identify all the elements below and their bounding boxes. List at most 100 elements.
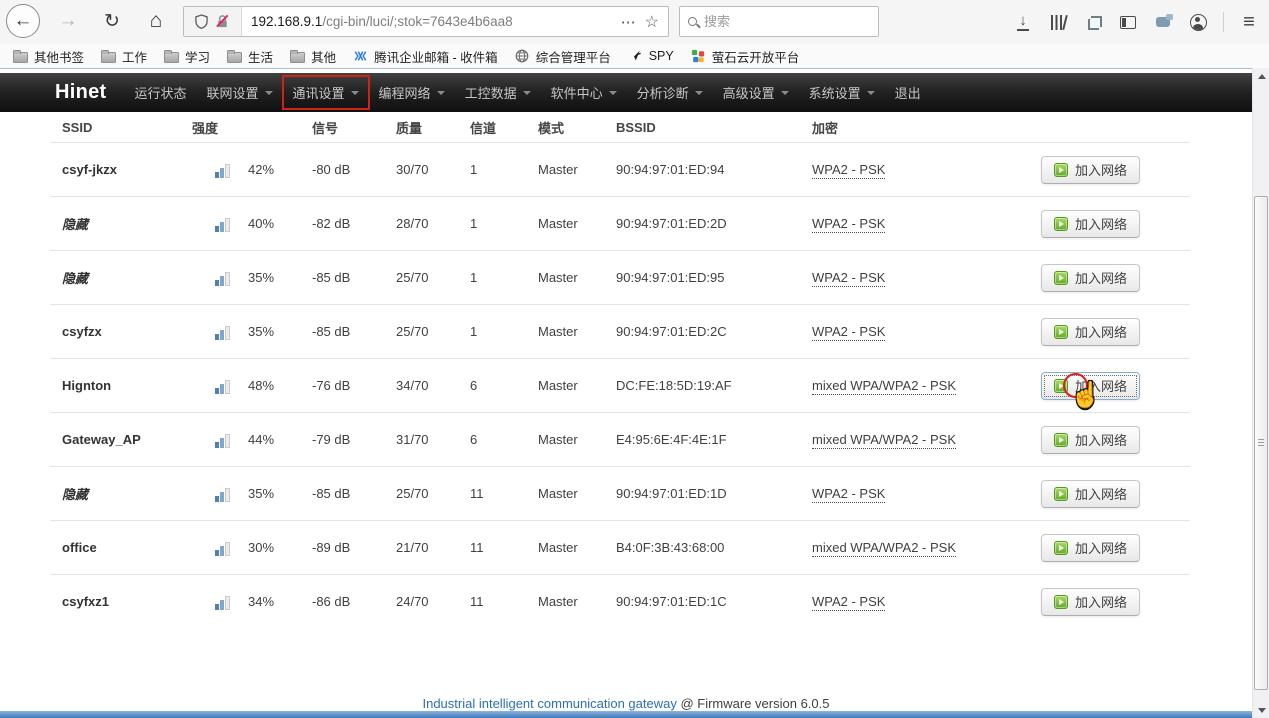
scan-table-row: 隐藏 40% -82 dB 28/70 1 Master 90:94:97:01…	[50, 196, 1190, 250]
account-icon	[1190, 14, 1207, 31]
join-network-button[interactable]: 加入网络	[1041, 480, 1140, 508]
nav-item[interactable]: 通讯设置	[283, 76, 369, 109]
ssid-label: csyfzx	[50, 324, 192, 339]
menu-button[interactable]: ≡	[1239, 12, 1259, 32]
home-button[interactable]: ⌂	[140, 5, 172, 37]
nav-item[interactable]: 工控数据	[455, 76, 541, 109]
join-network-button[interactable]: 加入网络	[1041, 534, 1140, 562]
join-network-icon	[1054, 487, 1068, 501]
bookmark-star-icon[interactable]: ☆	[645, 12, 659, 32]
ssid-label: csyf-jkzx	[50, 162, 192, 177]
sidebar-button[interactable]	[1118, 12, 1138, 32]
header-channel: 信道	[470, 118, 538, 137]
downloads-button[interactable]: ↓	[1013, 12, 1033, 32]
vertical-scrollbar[interactable]	[1252, 68, 1269, 718]
nav-item[interactable]: 编程网络	[369, 76, 455, 109]
nav-item[interactable]: 高级设置	[713, 76, 799, 109]
header-encryption: 加密	[812, 118, 1041, 137]
join-network-button[interactable]: 加入网络	[1041, 372, 1140, 400]
back-arrow-icon: ←	[14, 10, 33, 32]
scan-table-row: csyfxz1 34% -86 dB 24/70 11 Master 90:94…	[50, 574, 1190, 628]
quality-value: 25/70	[396, 270, 470, 285]
firmware-version: @ Firmware version 6.0.5	[680, 696, 829, 711]
scan-table-row: csyf-jkzx 42% -80 dB 30/70 1 Master 90:9…	[50, 142, 1190, 196]
nav-item[interactable]: 联网设置	[197, 76, 283, 109]
strength-percent: 35%	[242, 270, 312, 285]
gateway-link[interactable]: Industrial intelligent communication gat…	[422, 696, 676, 711]
signal-db: -86 dB	[312, 594, 396, 609]
chevron-down-icon	[609, 91, 617, 95]
bookmark-item[interactable]: 其他	[281, 45, 344, 67]
join-network-icon	[1054, 271, 1068, 285]
join-network-button[interactable]: 加入网络	[1041, 210, 1140, 238]
join-network-button[interactable]: 加入网络	[1041, 264, 1140, 292]
toolbar-separator	[1223, 12, 1224, 32]
signal-strength-icon	[192, 270, 242, 286]
scroll-down-icon	[1258, 708, 1266, 713]
reload-button[interactable]: ↻	[96, 5, 128, 37]
join-network-button[interactable]: 加入网络	[1041, 318, 1140, 346]
bssid-value: E4:95:6E:4F:4E:1F	[616, 432, 812, 447]
scrollbar-thumb[interactable]	[1254, 196, 1268, 690]
bssid-value: 90:94:97:01:ED:1C	[616, 594, 812, 609]
strength-percent: 40%	[242, 216, 312, 231]
url-bar[interactable]: 192.168.9.1/cgi-bin/luci/;stok=7643e4b6a…	[183, 6, 669, 37]
url-text[interactable]: 192.168.9.1/cgi-bin/luci/;stok=7643e4b6a…	[242, 14, 613, 29]
tracking-protection-shield-icon	[195, 14, 208, 29]
library-button[interactable]	[1048, 12, 1068, 32]
quality-value: 25/70	[396, 486, 470, 501]
bookmark-item[interactable]: 腾讯企业邮箱 - 收件箱	[344, 45, 506, 67]
bookmark-item[interactable]: 其他书签	[4, 45, 92, 67]
encryption-value: WPA2 - PSK	[812, 216, 885, 233]
nav-item[interactable]: 系统设置	[799, 76, 885, 109]
bookmark-item[interactable]: 学习	[155, 45, 218, 67]
messages-button[interactable]	[1153, 12, 1173, 32]
join-network-button[interactable]: 加入网络	[1041, 426, 1140, 454]
search-input[interactable]	[704, 14, 854, 29]
scroll-down-button[interactable]	[1253, 702, 1269, 718]
search-bar[interactable]	[679, 6, 879, 37]
brand-logo[interactable]: Hinet	[55, 81, 107, 104]
signal-db: -79 dB	[312, 432, 396, 447]
download-icon: ↓	[1017, 14, 1029, 31]
tencent-mail-icon	[353, 49, 368, 63]
bookmark-item[interactable]: 综合管理平台	[506, 45, 619, 67]
join-network-icon	[1054, 595, 1068, 609]
join-network-button[interactable]: 加入网络	[1041, 156, 1140, 184]
page-actions-icon[interactable]: ⋯	[621, 13, 637, 31]
app-navbar: Hinet 运行状态 联网设置 通讯设置 编程网络 工控数据 软件中心 分析诊断…	[0, 73, 1252, 112]
mode-value: Master	[538, 216, 616, 231]
signal-db: -85 dB	[312, 324, 396, 339]
header-quality: 质量	[396, 118, 470, 137]
site-identity-box[interactable]	[184, 7, 242, 36]
nav-item[interactable]: 分析诊断	[627, 76, 713, 109]
screenshot-button[interactable]	[1083, 12, 1103, 32]
nav-item[interactable]: 软件中心	[541, 76, 627, 109]
bookmark-item[interactable]: 生活	[218, 45, 281, 67]
forward-button[interactable]: →	[52, 5, 84, 37]
join-network-button[interactable]: 加入网络	[1041, 588, 1140, 616]
bookmark-item[interactable]: SPY	[619, 45, 682, 67]
encryption-value: mixed WPA/WPA2 - PSK	[812, 432, 956, 449]
encryption-value: WPA2 - PSK	[812, 486, 885, 503]
nav-item[interactable]: 退出	[885, 76, 931, 109]
quality-value: 30/70	[396, 162, 470, 177]
back-button[interactable]: ←	[6, 4, 40, 38]
nav-item[interactable]: 运行状态	[125, 76, 197, 109]
speech-bubble-icon	[1156, 17, 1170, 27]
bookmark-item[interactable]: 萤石云开放平台	[682, 45, 808, 67]
scan-table-row: csyfzx 35% -85 dB 25/70 1 Master 90:94:9…	[50, 304, 1190, 358]
account-button[interactable]	[1188, 12, 1208, 32]
channel-value: 6	[470, 378, 538, 393]
scroll-up-icon	[1258, 74, 1266, 79]
channel-value: 1	[470, 270, 538, 285]
join-network-icon	[1054, 541, 1068, 555]
strength-percent: 34%	[242, 594, 312, 609]
mode-value: Master	[538, 324, 616, 339]
scan-table-row: Hignton 48% -76 dB 34/70 6 Master DC:FE:…	[50, 358, 1190, 412]
signal-strength-icon	[192, 594, 242, 610]
quality-value: 31/70	[396, 432, 470, 447]
mode-value: Master	[538, 378, 616, 393]
bookmark-item[interactable]: 工作	[92, 45, 155, 67]
scroll-up-button[interactable]	[1253, 68, 1269, 84]
